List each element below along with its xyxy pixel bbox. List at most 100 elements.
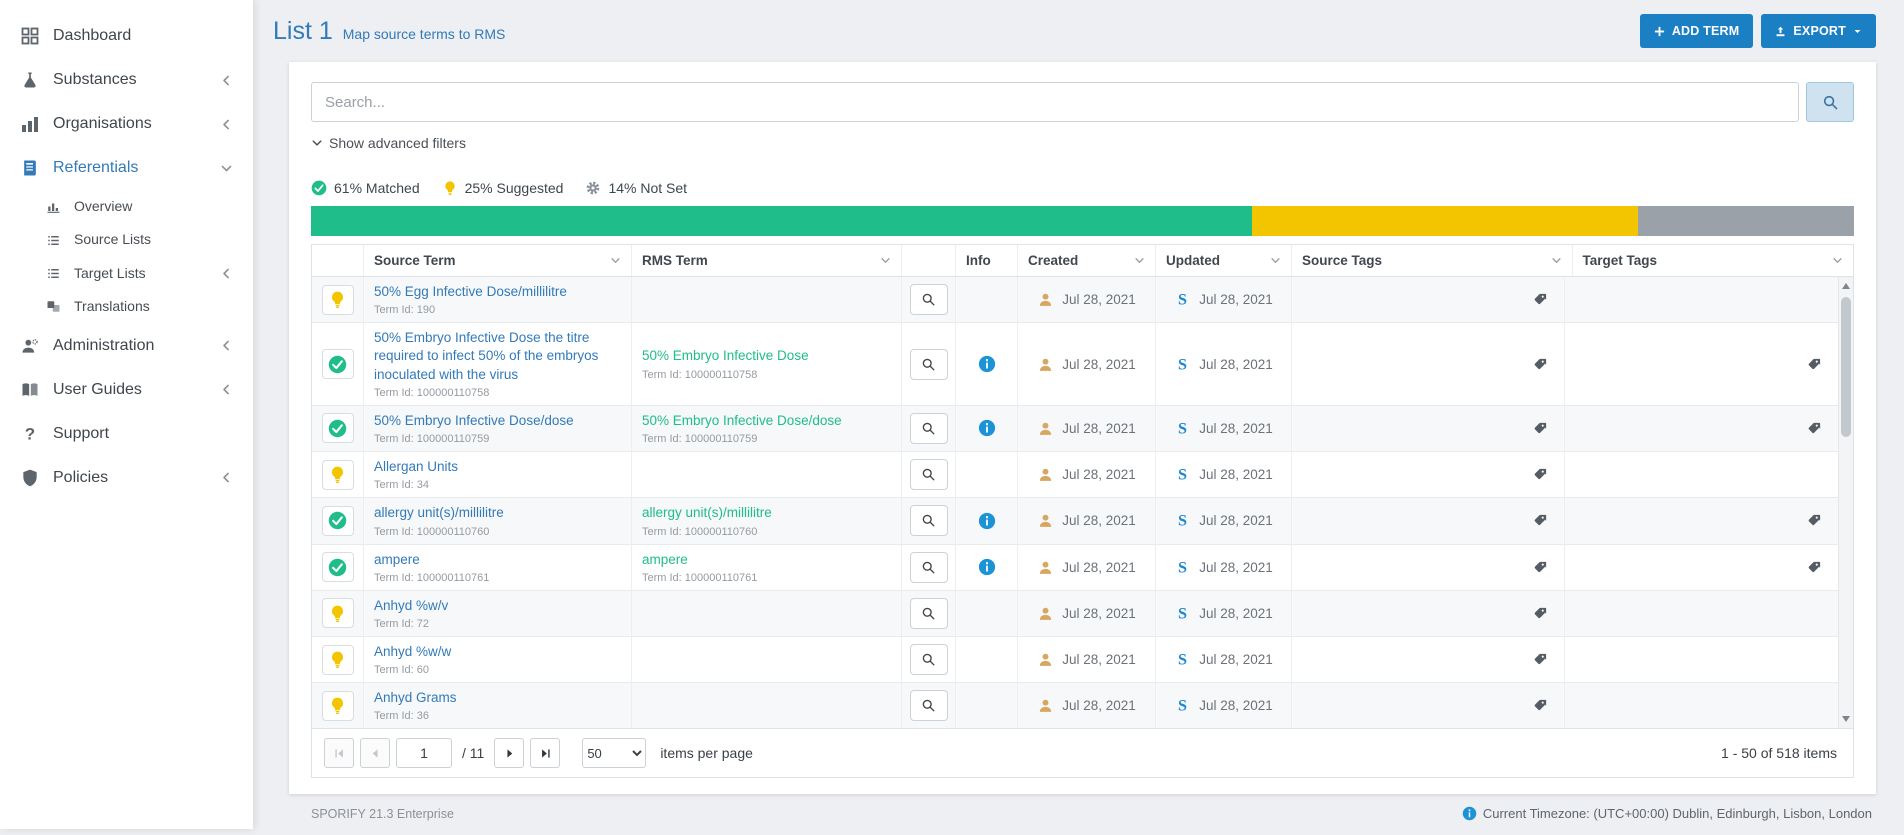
source-tag-icon[interactable] xyxy=(1533,698,1548,713)
column-header-rms-term[interactable]: RMS Term xyxy=(632,245,902,276)
magnifier-icon xyxy=(921,292,936,307)
status-button[interactable] xyxy=(322,552,354,582)
row-search-button[interactable] xyxy=(910,552,948,583)
spor-logo-icon: S xyxy=(1174,605,1191,622)
table-row: Anhyd %w/w Term Id: 60 xyxy=(312,637,1838,683)
row-search-button[interactable] xyxy=(910,690,948,721)
status-button[interactable] xyxy=(322,413,354,443)
source-term-link[interactable]: 50% Embryo Infective Dose the titre requ… xyxy=(374,329,621,384)
source-term-link[interactable]: 50% Embryo Infective Dose/dose xyxy=(374,412,621,430)
advanced-filters-toggle[interactable]: Show advanced filters xyxy=(311,135,466,151)
source-term-link[interactable]: ampere xyxy=(374,551,621,569)
created-date: Jul 28, 2021 xyxy=(1062,292,1136,307)
search-button[interactable] xyxy=(1806,82,1854,122)
chevron-down-icon xyxy=(311,137,323,149)
status-button[interactable] xyxy=(322,645,354,675)
export-button[interactable]: EXPORT xyxy=(1761,14,1876,48)
sidebar-item-overview[interactable]: Overview xyxy=(0,190,253,223)
matched-check-icon xyxy=(328,419,347,438)
source-tag-icon[interactable] xyxy=(1533,292,1548,307)
first-page-button[interactable] xyxy=(324,738,354,768)
sidebar-item-administration[interactable]: Administration xyxy=(0,324,253,368)
row-search-button[interactable] xyxy=(910,644,948,675)
column-menu-icon[interactable] xyxy=(1134,255,1145,266)
source-tag-icon[interactable] xyxy=(1533,560,1548,575)
column-header-updated[interactable]: Updated xyxy=(1156,245,1292,276)
status-button[interactable] xyxy=(322,691,354,721)
column-header-source-term[interactable]: Source Term xyxy=(364,245,632,276)
source-tag-icon[interactable] xyxy=(1533,467,1548,482)
table-row: ampere Term Id: 100000110761 ampere Term… xyxy=(312,545,1838,591)
row-search-button[interactable] xyxy=(910,505,948,536)
sidebar-item-translations[interactable]: Translations xyxy=(0,290,253,323)
scrollbar-thumb[interactable] xyxy=(1841,297,1851,437)
last-page-button[interactable] xyxy=(530,738,560,768)
source-tag-icon[interactable] xyxy=(1533,421,1548,436)
info-icon[interactable] xyxy=(978,355,996,373)
info-icon[interactable] xyxy=(978,558,996,576)
source-term-link[interactable]: 50% Egg Infective Dose/millilitre xyxy=(374,283,621,301)
rms-term-id: Term Id: 100000110761 xyxy=(642,572,891,584)
status-button[interactable] xyxy=(322,349,354,379)
source-tag-icon[interactable] xyxy=(1533,652,1548,667)
suggested-bulb-icon xyxy=(328,465,347,484)
sidebar-item-source-lists[interactable]: Source Lists xyxy=(0,223,253,256)
status-button[interactable] xyxy=(322,598,354,628)
status-button[interactable] xyxy=(322,285,354,315)
rms-term-link[interactable]: 50% Embryo Infective Dose/dose xyxy=(642,412,891,430)
source-tag-icon[interactable] xyxy=(1533,357,1548,372)
column-header-source-tags[interactable]: Source Tags xyxy=(1292,245,1573,276)
row-search-button[interactable] xyxy=(910,284,948,315)
rms-term-link[interactable]: allergy unit(s)/millilitre xyxy=(642,504,891,522)
source-term-link[interactable]: Anhyd %w/w xyxy=(374,643,621,661)
target-tag-icon[interactable] xyxy=(1807,513,1822,528)
info-icon[interactable] xyxy=(978,419,996,437)
sidebar-item-support[interactable]: ? Support xyxy=(0,412,253,456)
status-button[interactable] xyxy=(322,460,354,490)
target-tag-icon[interactable] xyxy=(1807,560,1822,575)
source-term-link[interactable]: Allergan Units xyxy=(374,458,621,476)
rms-term-link[interactable]: ampere xyxy=(642,551,891,569)
source-term-link[interactable]: Anhyd %w/v xyxy=(374,597,621,615)
svg-text:S: S xyxy=(1178,292,1187,308)
scroll-down-icon[interactable] xyxy=(1839,712,1853,726)
sidebar-item-substances[interactable]: Substances xyxy=(0,58,253,102)
sidebar-item-referentials[interactable]: Referentials xyxy=(0,146,253,190)
created-date: Jul 28, 2021 xyxy=(1062,606,1136,621)
column-menu-icon[interactable] xyxy=(610,255,621,266)
vertical-scrollbar[interactable] xyxy=(1838,277,1853,728)
row-search-button[interactable] xyxy=(910,349,948,380)
sidebar-item-dashboard[interactable]: Dashboard xyxy=(0,14,253,58)
sidebar-item-target-lists[interactable]: Target Lists xyxy=(0,257,253,290)
page-size-select[interactable]: 50 xyxy=(582,738,646,768)
source-term-link[interactable]: Anhyd Grams xyxy=(374,689,621,707)
source-tag-icon[interactable] xyxy=(1533,606,1548,621)
source-tag-icon[interactable] xyxy=(1533,513,1548,528)
column-menu-icon[interactable] xyxy=(880,255,891,266)
sidebar-item-user-guides[interactable]: User Guides xyxy=(0,368,253,412)
source-term-link[interactable]: allergy unit(s)/millilitre xyxy=(374,504,621,522)
scroll-up-icon[interactable] xyxy=(1839,279,1853,293)
page-number-input[interactable] xyxy=(396,738,452,768)
next-page-button[interactable] xyxy=(494,738,524,768)
sidebar-item-organisations[interactable]: Organisations xyxy=(0,102,253,146)
target-tag-icon[interactable] xyxy=(1807,421,1822,436)
created-date: Jul 28, 2021 xyxy=(1062,513,1136,528)
row-search-button[interactable] xyxy=(910,598,948,629)
search-input[interactable] xyxy=(311,82,1799,122)
sidebar-item-policies[interactable]: Policies xyxy=(0,456,253,500)
row-search-button[interactable] xyxy=(910,413,948,444)
add-term-button[interactable]: ADD TERM xyxy=(1640,14,1754,48)
target-tag-icon[interactable] xyxy=(1807,357,1822,372)
rms-term-id: Term Id: 100000110760 xyxy=(642,526,891,538)
column-header-created[interactable]: Created xyxy=(1018,245,1156,276)
prev-page-button[interactable] xyxy=(360,738,390,768)
column-menu-icon[interactable] xyxy=(1270,255,1281,266)
row-search-button[interactable] xyxy=(910,459,948,490)
rms-term-link[interactable]: 50% Embryo Infective Dose xyxy=(642,347,891,365)
column-menu-icon[interactable] xyxy=(1551,255,1562,266)
status-button[interactable] xyxy=(322,506,354,536)
column-menu-icon[interactable] xyxy=(1832,255,1843,266)
info-icon[interactable] xyxy=(978,512,996,530)
column-header-target-tags[interactable]: Target Tags xyxy=(1573,245,1854,276)
